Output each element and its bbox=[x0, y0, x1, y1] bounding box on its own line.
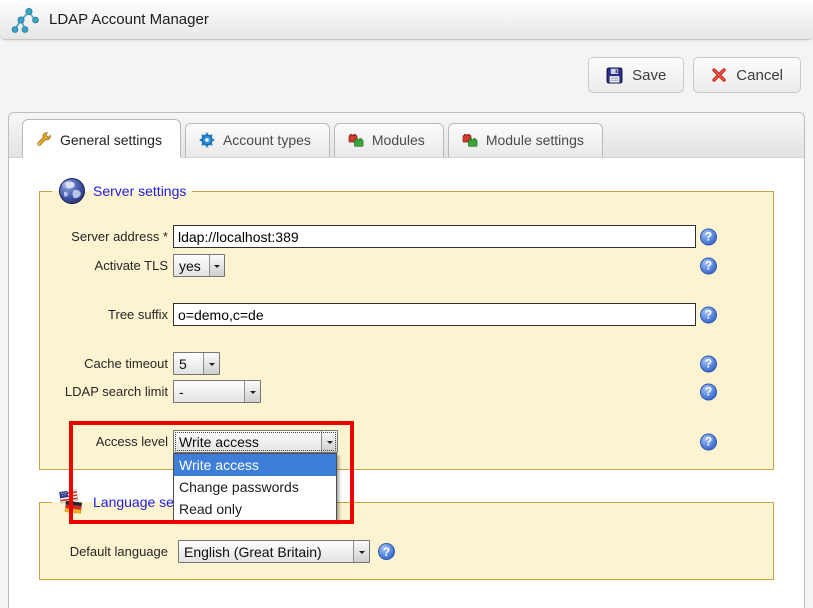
help-icon[interactable]: ? bbox=[700, 355, 717, 372]
server-address-input[interactable] bbox=[173, 225, 696, 248]
chevron-down-icon bbox=[244, 381, 260, 402]
server-settings-title: Server settings bbox=[93, 183, 186, 199]
title-bar: LDAP Account Manager bbox=[0, 0, 813, 40]
help-icon[interactable]: ? bbox=[378, 543, 395, 560]
flags-icon bbox=[58, 488, 86, 516]
help-icon[interactable]: ? bbox=[700, 228, 717, 245]
help-icon[interactable]: ? bbox=[700, 433, 717, 450]
bricks-icon bbox=[348, 132, 364, 148]
default-language-row: Default language English (Great Britain)… bbox=[50, 540, 761, 563]
tab-account-types[interactable]: Account types bbox=[185, 123, 330, 157]
selected-value: 5 bbox=[179, 356, 187, 372]
chevron-down-icon bbox=[353, 541, 369, 562]
dropdown-option-write-access[interactable]: Write access bbox=[174, 454, 336, 476]
tab-label: Modules bbox=[372, 132, 425, 148]
settings-panel: General settings Account types bbox=[8, 112, 805, 608]
server-settings-section: Server settings Server address * ? Activ… bbox=[39, 177, 774, 470]
globe-icon bbox=[58, 177, 86, 205]
cache-timeout-label: Cache timeout bbox=[50, 356, 168, 371]
lam-logo-icon bbox=[10, 5, 40, 35]
access-level-row: Access level Write access ? Write access… bbox=[50, 430, 761, 453]
default-language-label: Default language bbox=[50, 544, 168, 559]
cache-timeout-row: Cache timeout 5 ? bbox=[50, 352, 761, 375]
default-language-select[interactable]: English (Great Britain) bbox=[178, 540, 370, 563]
bricks-icon bbox=[462, 132, 478, 148]
activate-tls-label: Activate TLS bbox=[50, 258, 168, 273]
ldap-search-limit-label: LDAP search limit bbox=[50, 384, 168, 399]
access-level-select[interactable]: Write access bbox=[173, 430, 338, 453]
tree-suffix-row: Tree suffix ? bbox=[50, 303, 761, 326]
selected-value: - bbox=[179, 384, 184, 400]
access-level-dropdown-list: Write access Change passwords Read only bbox=[173, 453, 337, 521]
app-title: LDAP Account Manager bbox=[49, 11, 209, 28]
dropdown-option-read-only[interactable]: Read only bbox=[174, 498, 336, 520]
selected-value: English (Great Britain) bbox=[184, 544, 322, 560]
help-icon[interactable]: ? bbox=[700, 257, 717, 274]
help-icon[interactable]: ? bbox=[700, 383, 717, 400]
tab-modules[interactable]: Modules bbox=[334, 123, 444, 157]
tab-label: Account types bbox=[223, 132, 311, 148]
help-icon[interactable]: ? bbox=[700, 306, 717, 323]
tree-suffix-label: Tree suffix bbox=[50, 307, 168, 322]
selected-value: Write access bbox=[179, 434, 259, 450]
cache-timeout-select[interactable]: 5 bbox=[173, 352, 220, 375]
server-address-label: Server address * bbox=[50, 229, 168, 244]
language-settings-section: Language settings Default language Engli… bbox=[39, 488, 774, 580]
chevron-down-icon bbox=[203, 353, 219, 374]
server-address-row: Server address * ? bbox=[50, 225, 761, 248]
activate-tls-row: Activate TLS yes ? bbox=[50, 254, 761, 277]
tab-strip: General settings Account types bbox=[9, 113, 804, 158]
dropdown-option-change-passwords[interactable]: Change passwords bbox=[174, 476, 336, 498]
tab-general-settings[interactable]: General settings bbox=[22, 119, 181, 158]
save-button[interactable]: Save bbox=[588, 57, 684, 93]
chevron-down-icon bbox=[321, 431, 337, 452]
access-level-label: Access level bbox=[50, 434, 168, 449]
gear-icon bbox=[199, 132, 215, 148]
floppy-disk-icon bbox=[606, 67, 623, 84]
tab-module-settings[interactable]: Module settings bbox=[448, 123, 603, 157]
tab-label: General settings bbox=[60, 132, 162, 148]
cancel-button[interactable]: Cancel bbox=[693, 57, 801, 93]
tree-suffix-input[interactable] bbox=[173, 303, 696, 326]
server-settings-legend[interactable]: Server settings bbox=[52, 177, 192, 205]
action-bar: Save Cancel bbox=[588, 57, 801, 93]
save-button-label: Save bbox=[632, 67, 666, 84]
wrench-icon bbox=[36, 132, 52, 148]
chevron-down-icon bbox=[209, 255, 224, 276]
cancel-button-label: Cancel bbox=[736, 67, 783, 84]
cancel-x-icon bbox=[711, 67, 727, 83]
ldap-search-limit-row: LDAP search limit - ? bbox=[50, 380, 761, 403]
selected-value: yes bbox=[179, 258, 201, 274]
activate-tls-select[interactable]: yes bbox=[173, 254, 225, 277]
tab-content: Server settings Server address * ? Activ… bbox=[9, 177, 804, 580]
ldap-search-limit-select[interactable]: - bbox=[173, 380, 261, 403]
tab-label: Module settings bbox=[486, 132, 584, 148]
